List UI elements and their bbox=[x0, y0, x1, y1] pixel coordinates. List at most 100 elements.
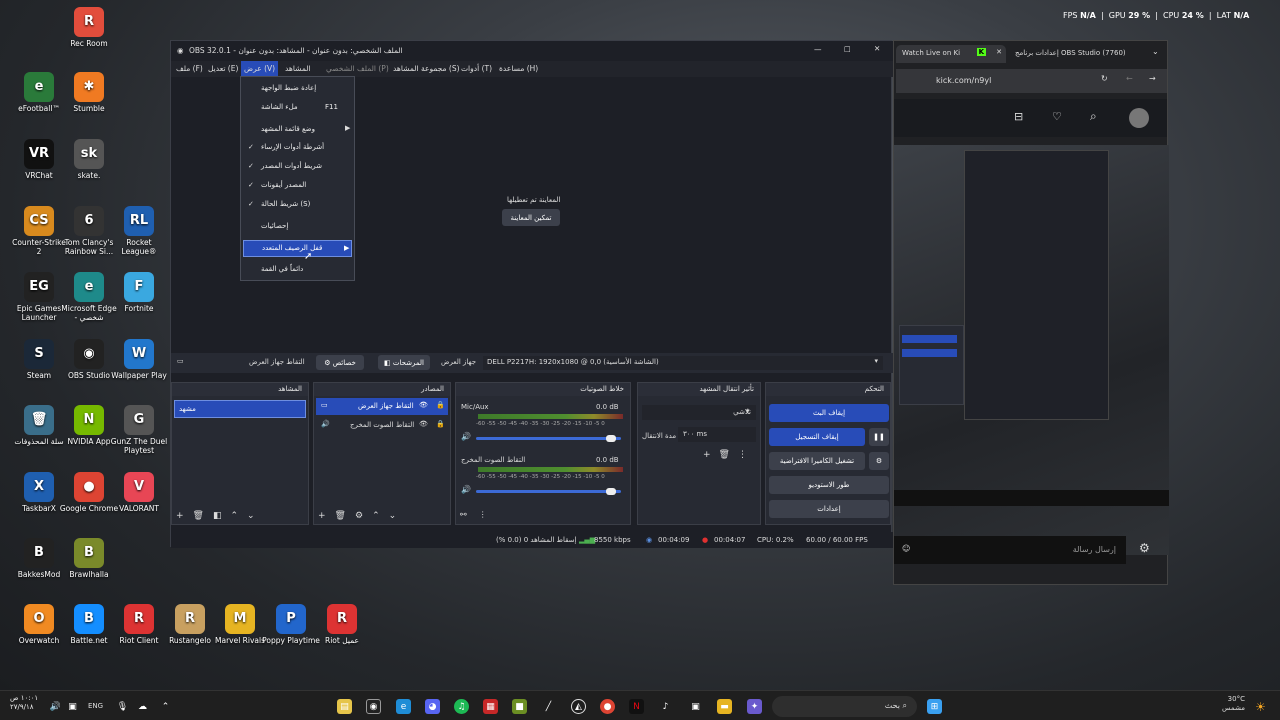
lock-icon[interactable]: 🔒 bbox=[436, 401, 445, 409]
desktop-icon[interactable]: ✱ Stumble bbox=[59, 72, 119, 114]
menu-dock-toolbars[interactable]: أشرطة أدوات الإرساء bbox=[261, 143, 324, 151]
lock-icon[interactable]: 🔒 bbox=[436, 420, 445, 428]
down-icon[interactable]: ⌄ bbox=[389, 511, 406, 521]
search-icon[interactable]: ⌕ bbox=[1090, 109, 1097, 124]
discord-icon[interactable]: ◕ bbox=[425, 699, 440, 714]
menu-multiview-highlighted[interactable]: قفل الرصيف المتعدد ▶ bbox=[243, 240, 352, 257]
obs-icon[interactable]: ◉ bbox=[366, 699, 381, 714]
windows-start-icon[interactable]: ⊞ bbox=[927, 699, 942, 714]
folder-icon[interactable]: ▬ bbox=[717, 699, 732, 714]
menu-tools[interactable]: أدوات (T) bbox=[461, 64, 492, 73]
start-virtual-camera-button[interactable]: تشغيل الكاميرا الافتراضية bbox=[769, 452, 865, 470]
menu-scene-list-mode[interactable]: وضع قائمة المشهد bbox=[261, 125, 315, 133]
chrome-icon[interactable]: ● bbox=[600, 699, 615, 714]
tiktok-icon[interactable]: ♪ bbox=[658, 699, 673, 714]
stop-streaming-button[interactable]: إيقاف البث bbox=[769, 404, 889, 422]
maximize-button[interactable]: ☐ bbox=[844, 45, 851, 54]
desktop-audio-mute-icon[interactable]: 🔊 bbox=[461, 485, 471, 494]
reload-icon[interactable]: ↻ bbox=[1101, 74, 1108, 83]
netflix-icon[interactable]: N bbox=[629, 699, 644, 714]
properties-button[interactable]: ⚙ خصائص bbox=[316, 355, 364, 370]
minimize-button[interactable]: — bbox=[814, 45, 822, 54]
network-icon[interactable]: ▣ bbox=[65, 699, 80, 714]
minecraft-icon[interactable]: ■ bbox=[512, 699, 527, 714]
up-icon[interactable]: ⌃ bbox=[231, 511, 248, 521]
back-icon[interactable]: ← bbox=[1126, 74, 1133, 83]
menu-profile[interactable]: الملف الشخصي (P) bbox=[326, 64, 389, 73]
spotify-icon[interactable]: ♫ bbox=[454, 699, 469, 714]
desktop-icon[interactable]: R Riot عميل bbox=[312, 604, 372, 646]
desktop-icon[interactable]: G GunZ The Duel Playtest bbox=[109, 405, 169, 455]
desktop-icon[interactable]: B Brawlhalla bbox=[59, 538, 119, 580]
capcut-icon[interactable]: ◭ bbox=[571, 699, 586, 714]
menu-source-toolbar[interactable]: شريط أدوات المصدر bbox=[261, 162, 322, 170]
gear-icon[interactable]: ⚙ bbox=[355, 511, 372, 521]
desktop-icon[interactable]: W Wallpaper Play bbox=[109, 339, 169, 381]
mic-volume-slider[interactable] bbox=[476, 437, 621, 440]
notes-icon[interactable]: ▤ bbox=[337, 699, 352, 714]
clock[interactable]: ١٠:٠١ ص ٢٧/٩/١٨ bbox=[10, 694, 38, 712]
add-icon[interactable]: + bbox=[318, 511, 335, 521]
filters-button[interactable]: ◧ المرشحات bbox=[378, 355, 430, 370]
eye-icon[interactable]: 👁 bbox=[419, 420, 428, 428]
weather[interactable]: 30°C مشمس bbox=[1222, 695, 1245, 713]
browser-tab-2[interactable]: إعدادات برنامج OBS Studio (7760) bbox=[1009, 45, 1139, 63]
speaker-icon[interactable]: 🔊 bbox=[48, 699, 63, 714]
menu-source-icons[interactable]: المصدر أيقونات bbox=[261, 181, 306, 189]
search-box[interactable]: ⌕ بحث bbox=[772, 696, 917, 717]
eye-icon[interactable]: 👁 bbox=[419, 401, 428, 409]
mic-icon[interactable]: 🎙 bbox=[115, 699, 130, 714]
enable-preview-button[interactable]: تمكين المعاينة bbox=[502, 209, 560, 226]
menu-view[interactable]: عرض (V) bbox=[241, 61, 279, 77]
trash-icon[interactable]: 🗑 bbox=[193, 511, 213, 521]
settings-button[interactable]: إعدادات bbox=[769, 500, 889, 518]
up-icon[interactable]: ⌃ bbox=[372, 511, 389, 521]
scene-item[interactable]: مشهد bbox=[174, 400, 306, 418]
desktop-icon[interactable]: R Rec Room bbox=[59, 7, 119, 49]
trash-icon[interactable]: 🗑 bbox=[719, 450, 738, 460]
menu-file[interactable]: ملف (F) bbox=[176, 64, 203, 73]
menu-always-on-top[interactable]: دائماً في القمة bbox=[261, 265, 303, 273]
menu-stats[interactable]: إحصائيات bbox=[261, 222, 288, 230]
desktop-icon[interactable]: F Fortnite bbox=[109, 272, 169, 314]
pause-recording-button[interactable]: ❚❚ bbox=[869, 428, 889, 446]
store-icon[interactable]: ▣ bbox=[688, 699, 703, 714]
heart-icon[interactable]: ♡ bbox=[1052, 110, 1062, 123]
chevron-down-icon[interactable]: ⌄ bbox=[1152, 47, 1159, 56]
transition-select[interactable]: تلاشي ▾ bbox=[642, 405, 756, 420]
add-icon[interactable]: + bbox=[176, 511, 193, 521]
forward-icon[interactable]: → bbox=[1149, 74, 1156, 83]
menu-scenes[interactable]: المشاهد bbox=[285, 64, 311, 73]
menu-status-bar[interactable]: شريط الحالة (S) bbox=[261, 200, 310, 208]
desktop-audio-volume-slider[interactable] bbox=[476, 490, 621, 493]
desktop-icon[interactable]: RL Rocket League® bbox=[109, 206, 169, 256]
tray-chevron-icon[interactable]: ⌃ bbox=[158, 699, 173, 714]
copilot-icon[interactable]: ✦ bbox=[747, 699, 762, 714]
source-item-audio[interactable]: 🔊 التقاط الصوت المخرج 👁 🔒 bbox=[316, 417, 448, 434]
close-tab-icon[interactable]: ✕ bbox=[996, 48, 1002, 56]
source-item-display[interactable]: ▭ التقاط جهاز العرض 👁 🔒 bbox=[316, 398, 448, 415]
mic-volume-knob[interactable] bbox=[606, 435, 616, 442]
cloud-icon[interactable]: ☁ bbox=[135, 699, 150, 714]
duration-input[interactable]: ٣٠٠ ms bbox=[678, 427, 756, 442]
menu-reset-ui[interactable]: إعادة ضبط الواجهة bbox=[261, 84, 316, 92]
app-icon[interactable]: ▦ bbox=[483, 699, 498, 714]
address-bar[interactable]: kick.com/n9yl ↻ ← → bbox=[896, 69, 1167, 93]
chat-input[interactable]: إرسال رسالة ☺ bbox=[894, 536, 1126, 564]
menu-edit[interactable]: تعديل (E) bbox=[208, 64, 238, 73]
device-select[interactable]: DELL P2217H: 1920x1080 @ 0,0 (الشاشة الأ… bbox=[483, 356, 883, 370]
virtual-camera-settings-button[interactable]: ⚙ bbox=[869, 452, 889, 470]
edge-icon[interactable]: e bbox=[396, 699, 411, 714]
gift-icon[interactable]: ⊟ bbox=[1014, 110, 1023, 123]
desktop-icon[interactable]: sk skate. bbox=[59, 139, 119, 181]
chat-settings-icon[interactable]: ⚙ bbox=[1139, 541, 1150, 555]
language-indicator[interactable]: ENG bbox=[88, 702, 103, 710]
mic-mute-icon[interactable]: 🔊 bbox=[461, 432, 471, 441]
add-icon[interactable]: + bbox=[703, 450, 719, 460]
trash-icon[interactable]: 🗑 bbox=[335, 511, 355, 521]
desktop-icon[interactable]: V VALORANT bbox=[109, 472, 169, 514]
pen-icon[interactable]: ╱ bbox=[541, 699, 556, 714]
menu-scene-collection[interactable]: مجموعة المشاهد (S) bbox=[393, 64, 460, 73]
studio-mode-button[interactable]: طور الاستوديو bbox=[769, 476, 889, 494]
close-button[interactable]: ✕ bbox=[874, 44, 880, 53]
